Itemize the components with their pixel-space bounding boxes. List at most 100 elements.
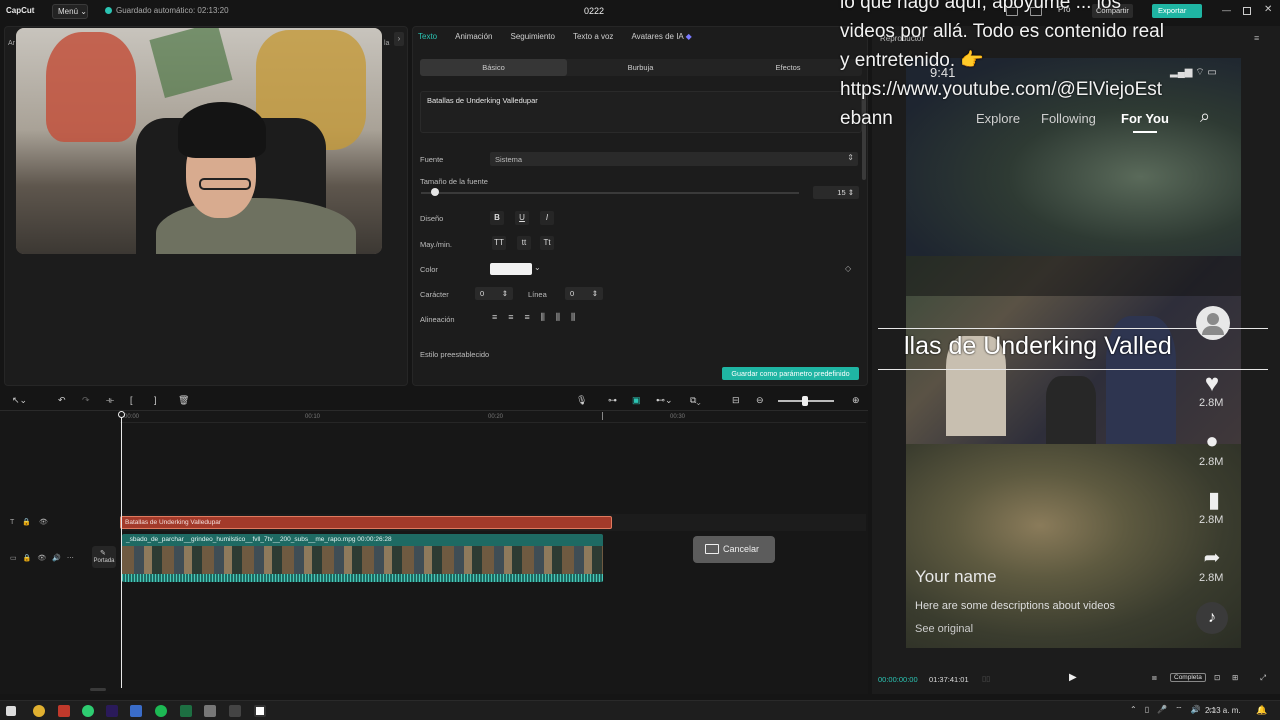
trim-left-icon[interactable]: [ <box>130 395 133 405</box>
split-icon[interactable]: ⟛ <box>106 395 114 406</box>
fullscreen-icon[interactable]: ⤢ <box>1260 673 1266 683</box>
streamer-beanie <box>178 102 266 158</box>
magnet-icon[interactable]: ▣ <box>632 395 641 406</box>
font-size-input[interactable]: 15 ⇕ <box>813 186 859 199</box>
app-icon-3[interactable] <box>229 705 241 717</box>
overlay-description: lo que hago aquí, apoyume ... los videos… <box>840 0 1280 133</box>
cancel-icon <box>705 544 719 554</box>
pencil-icon: ✎ <box>100 550 106 557</box>
play-icon[interactable]: ▶ <box>1069 672 1077 683</box>
diamond-icon: ◆ <box>685 32 692 41</box>
zoom-out-icon[interactable]: ⊖ <box>756 395 764 406</box>
link-icon[interactable]: ⊶ <box>608 395 617 406</box>
undo-icon[interactable]: ↶ <box>58 395 66 406</box>
uppercase-button[interactable]: TT <box>492 236 506 250</box>
bookmark-icon[interactable]: ▮ <box>1201 487 1227 513</box>
subtab-burbuja[interactable]: Burbuja <box>567 59 714 76</box>
video-thumbnails <box>122 546 603 574</box>
subtab-basico[interactable]: Básico <box>420 59 567 76</box>
italic-button[interactable]: I <box>540 211 554 225</box>
excel-icon[interactable] <box>180 705 192 717</box>
author-name: Your name <box>915 567 997 586</box>
timeline-divider <box>0 410 868 411</box>
ratio-icon[interactable]: ⊞ <box>1232 673 1238 682</box>
app-icon-2[interactable] <box>204 705 216 717</box>
text-track-controls[interactable]: T🔒👁 <box>10 518 56 526</box>
delete-icon[interactable]: 🗑 <box>178 395 189 406</box>
chrome-icon[interactable] <box>33 705 45 717</box>
chain-icon[interactable]: ⊷⌄ <box>656 395 673 406</box>
keyframe-icon[interactable]: ◇ <box>845 264 851 273</box>
spotify-icon[interactable] <box>155 705 167 717</box>
app-icon[interactable] <box>58 705 70 717</box>
zoom-in-icon[interactable]: ⊕ <box>852 395 860 406</box>
tab-seguimiento[interactable]: Seguimiento <box>510 32 554 46</box>
microphone-icon[interactable]: 🎙 <box>576 395 587 406</box>
chat-overlay <box>906 256 1241 296</box>
case-label: May./min. <box>420 240 452 249</box>
browser-icon[interactable] <box>130 705 142 717</box>
tab-texto-a-voz[interactable]: Texto a voz <box>573 32 613 46</box>
redo-icon[interactable]: ↷ <box>82 395 90 406</box>
alignment-icons[interactable]: ≡≡≡⫼⫼⫼ <box>492 312 586 323</box>
music-disc-icon[interactable]: ♪ <box>1196 602 1228 634</box>
font-select[interactable]: Sistema ⇕ <box>490 152 858 166</box>
premiere-icon[interactable] <box>106 705 118 717</box>
save-default-button[interactable]: Guardar como parámetro predefinido <box>722 367 859 380</box>
timeline-scrollbar[interactable] <box>90 688 106 691</box>
overlay-line-5: ebann <box>840 108 893 129</box>
font-size-label: Tamaño de la fuente <box>420 177 488 186</box>
video-clip-label: _sbado_de_parchar__grindeo_humilstico__f… <box>126 536 392 543</box>
ruler-tick-30: 00:30 <box>670 414 686 420</box>
playhead-handle[interactable] <box>118 411 125 418</box>
character-spacing-label: Carácter <box>420 290 449 299</box>
chevron-down-icon[interactable]: ⌄ <box>534 263 541 272</box>
bold-button[interactable]: B <box>490 211 504 225</box>
updown-icon: ⇕ <box>847 153 854 162</box>
zoom-slider-knob[interactable] <box>802 396 808 406</box>
frame-icon[interactable]: ▯▯ <box>982 674 990 683</box>
overlay-line-1: lo que hago aquí, apoyume ... los <box>840 0 1121 13</box>
overlay-line-4: https://www.youtube.com/@ElViejoEst <box>840 79 1163 100</box>
font-size-slider[interactable] <box>421 192 799 194</box>
crop-icon[interactable]: ⧈ <box>1152 673 1157 683</box>
overlay-line-2: videos por allá. Todo es contenido real <box>840 21 1164 42</box>
tab-texto[interactable]: Texto <box>418 32 437 46</box>
font-label: Fuente <box>420 155 444 164</box>
cancel-button[interactable]: Cancelar <box>693 536 775 563</box>
font-size-slider-knob[interactable] <box>431 188 439 196</box>
tab-avatares[interactable]: Avatares de IA ◆ <box>631 32 691 46</box>
see-original-link[interactable]: See original <box>915 623 973 635</box>
streamer-glasses <box>199 178 251 190</box>
text-content-input[interactable]: Batallas de Underking Valledupar <box>420 91 862 133</box>
menu-button[interactable]: Menú ⌄ <box>52 4 88 19</box>
video-clip[interactable]: _sbado_de_parchar__grindeo_humilstico__f… <box>122 534 603 582</box>
avatar[interactable] <box>1196 306 1230 340</box>
titlecase-button[interactable]: Tt <box>540 236 554 250</box>
line-spacing-input[interactable]: 0 ⇕ <box>565 287 603 300</box>
caption-icon[interactable]: ⊟ <box>732 395 740 406</box>
video-description: Here are some descriptions about videos <box>915 600 1115 612</box>
notification-icon[interactable]: 🔔 <box>1256 705 1267 716</box>
collapse-arrow-icon[interactable]: › <box>394 32 404 46</box>
share-icon[interactable]: ➦ <box>1199 545 1225 570</box>
lowercase-button[interactable]: tt <box>517 236 531 250</box>
trim-right-icon[interactable]: ] <box>154 395 157 405</box>
character-spacing-input[interactable]: 0 ⇕ <box>475 287 513 300</box>
ruler-tick-20: 00:20 <box>488 414 504 420</box>
color-swatch[interactable] <box>490 263 532 275</box>
aspect-ratio-button[interactable]: Completa <box>1170 673 1206 682</box>
video-track-controls[interactable]: ▭🔒👁🔊⋯ <box>10 554 80 562</box>
windows-start-icon[interactable] <box>6 706 16 716</box>
snapshot-icon[interactable]: ⊡ <box>1214 673 1220 682</box>
playhead[interactable] <box>121 414 122 688</box>
underline-button[interactable]: U <box>515 211 529 225</box>
text-clip[interactable]: Batallas de Underking Valledupar <box>120 516 612 529</box>
capcut-icon[interactable] <box>254 705 266 717</box>
comment-icon[interactable]: ● <box>1199 428 1225 454</box>
tab-animacion[interactable]: Animación <box>455 32 492 46</box>
select-tool-icon[interactable]: ↖⌄ <box>12 395 27 406</box>
preview-axis-icon[interactable]: ⧉⌄ <box>690 395 701 406</box>
heart-icon[interactable]: ♥ <box>1199 370 1225 398</box>
whatsapp-icon[interactable] <box>82 705 94 717</box>
